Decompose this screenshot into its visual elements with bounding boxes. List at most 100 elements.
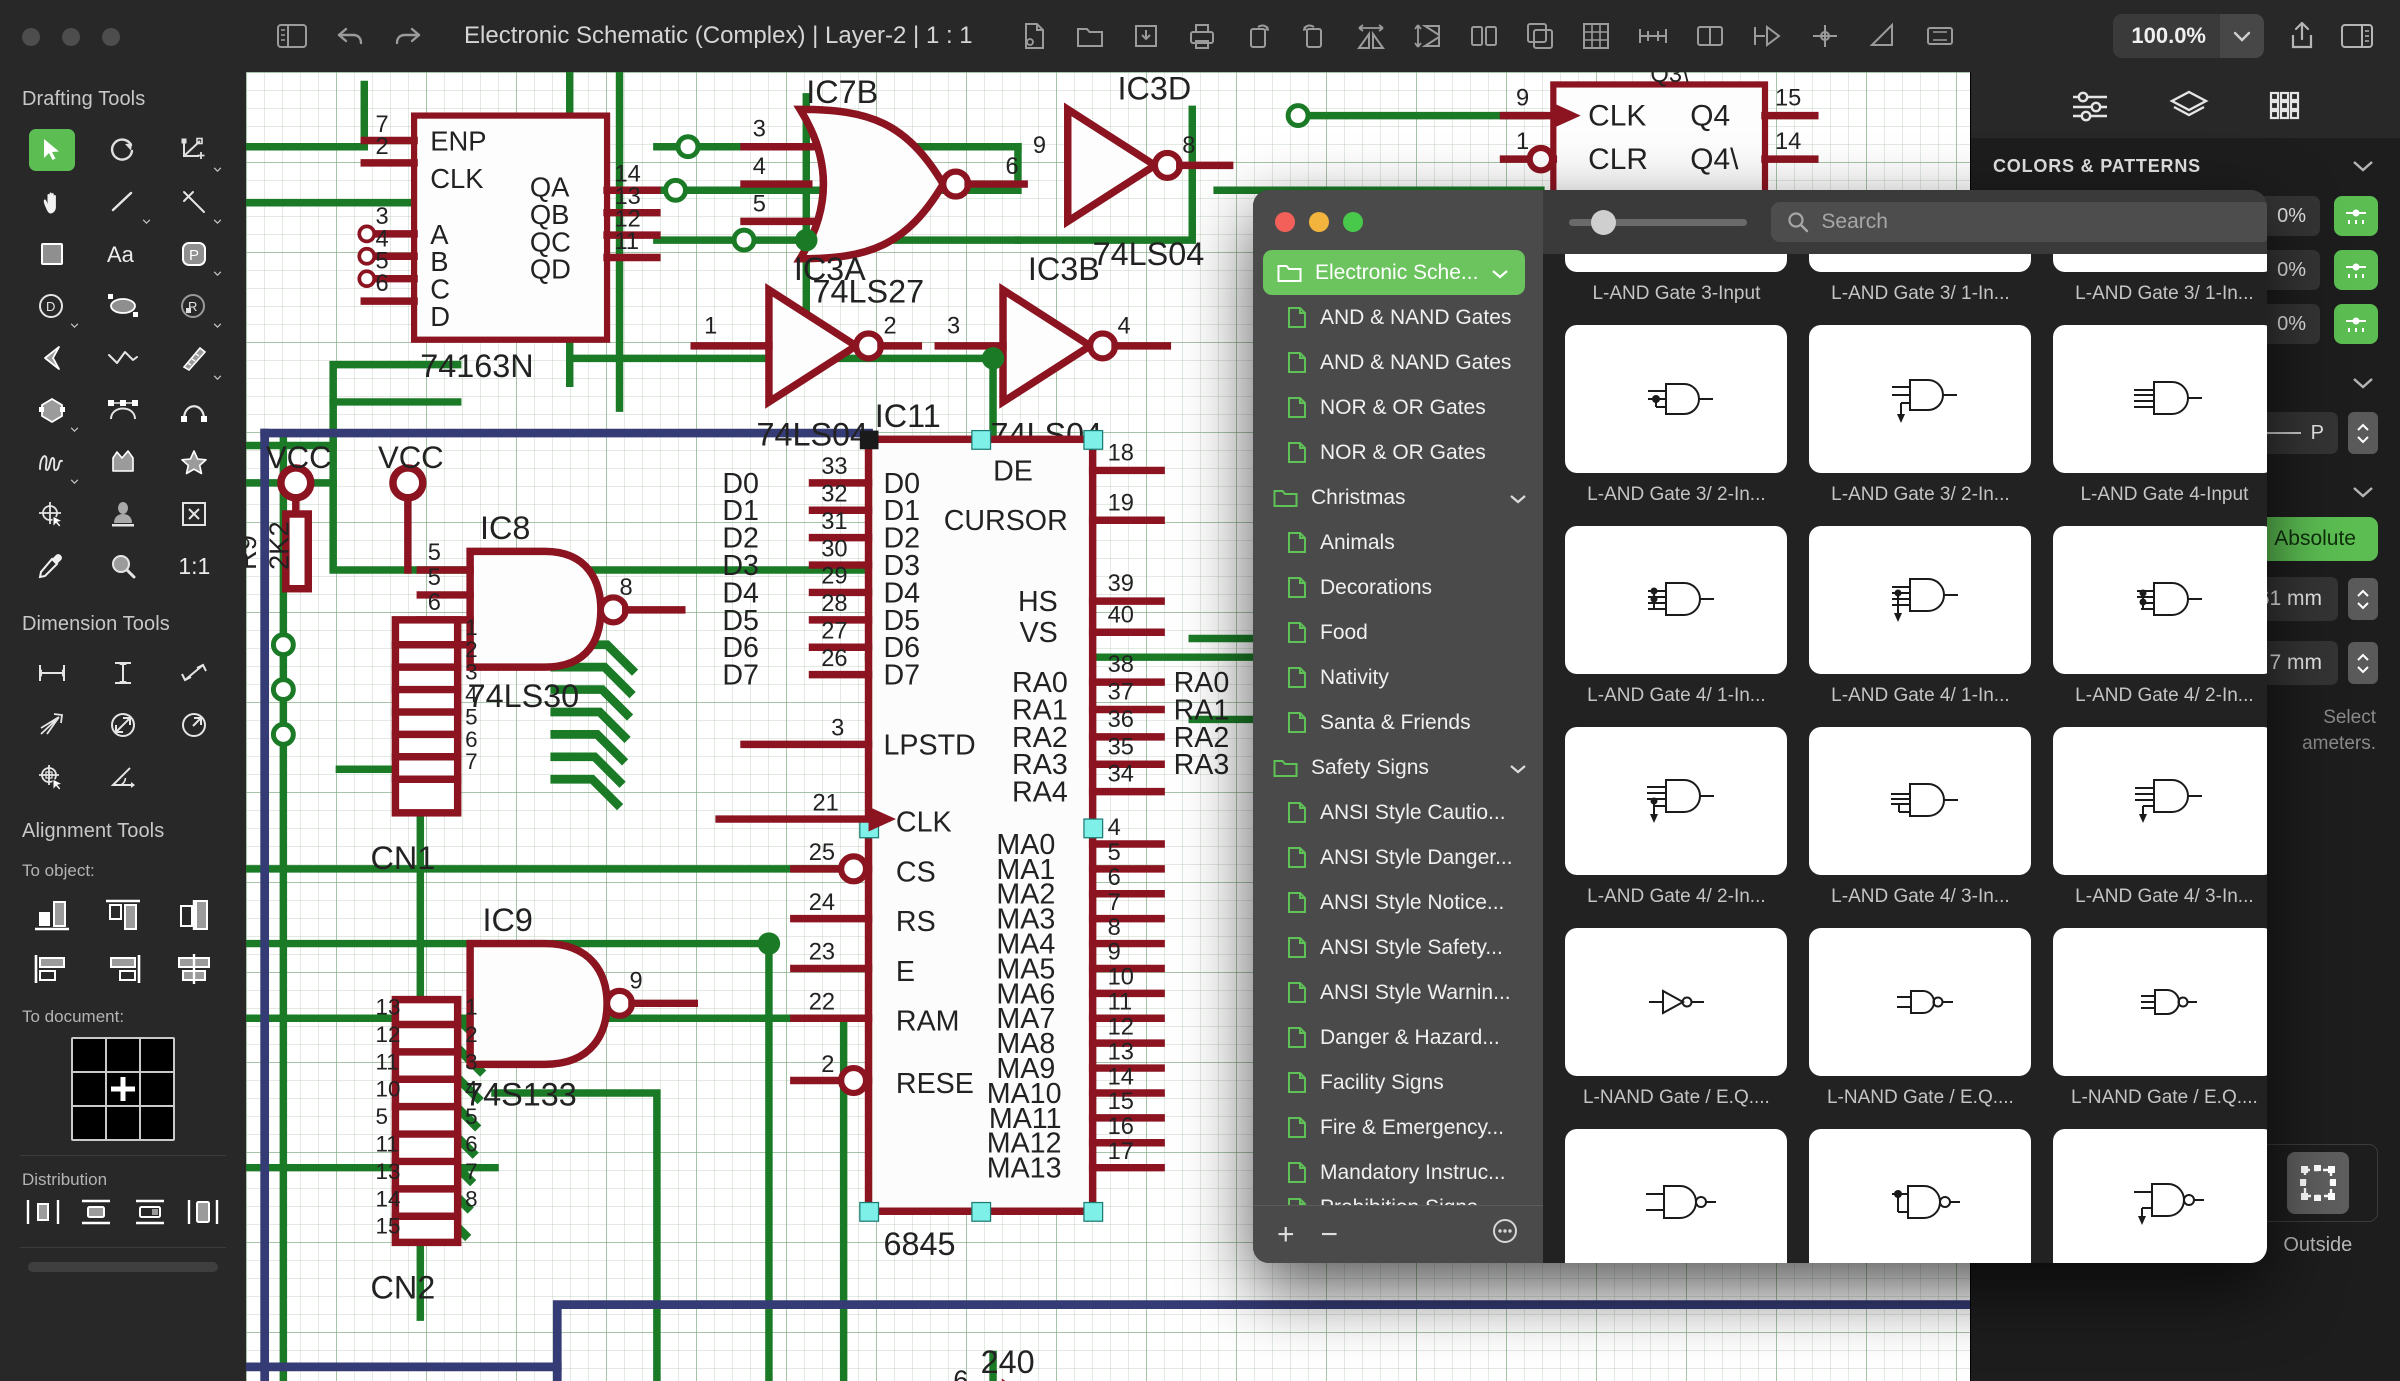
rotate-right-icon[interactable] xyxy=(1243,21,1273,51)
library-item-mandatory-instructions[interactable]: Mandatory Instruc... xyxy=(1253,1150,1543,1195)
dimension-circle-tool[interactable]: D xyxy=(16,281,87,331)
symbol-cell[interactable]: L-AND Gate 3/ 2-In... xyxy=(1565,325,1788,526)
library-item-nativity[interactable]: Nativity xyxy=(1253,655,1543,700)
polyline-tool[interactable] xyxy=(87,333,158,383)
stroke-stepper[interactable] xyxy=(2348,412,2378,454)
thumbnail-size-slider[interactable] xyxy=(1569,209,1748,235)
chevron-down-icon[interactable] xyxy=(1491,261,1525,285)
text-tool[interactable]: Aa xyxy=(87,229,158,279)
maximize-window-button[interactable] xyxy=(102,28,120,46)
symbol-cell[interactable]: L-AND Gate 4-Input xyxy=(2053,325,2267,526)
actual-size-tool[interactable]: 1:1 xyxy=(159,541,230,591)
grid-icon[interactable] xyxy=(1581,21,1611,51)
library-item-ansi-danger[interactable]: ANSI Style Danger... xyxy=(1253,835,1543,880)
library-item-food[interactable]: Food xyxy=(1253,610,1543,655)
leader-dimension-tool[interactable] xyxy=(16,700,87,750)
vertical-dimension-tool[interactable] xyxy=(87,648,158,698)
frame-icon[interactable] xyxy=(1695,21,1725,51)
snap-icon[interactable] xyxy=(1637,21,1669,51)
symbol-cell[interactable]: L-AND Gate 4/ 1-In... xyxy=(1809,526,2032,727)
mirror-icon[interactable] xyxy=(1469,21,1499,51)
library-remove-button[interactable]: − xyxy=(1321,1218,1339,1252)
color-pattern-chip-3[interactable] xyxy=(2334,304,2378,344)
share-icon[interactable] xyxy=(2286,20,2318,52)
zoom-dropdown-button[interactable] xyxy=(2220,14,2264,58)
symbol-cell[interactable]: L-NAND Gate 2/ 1-I... xyxy=(1809,1129,2032,1263)
anchor-bottom-center[interactable] xyxy=(107,1107,139,1139)
arc-tool[interactable] xyxy=(159,385,230,435)
library-item-and-nand-gates-2[interactable]: AND & NAND Gates xyxy=(1253,340,1543,385)
library-item-nor-or-gates-1[interactable]: NOR & OR Gates xyxy=(1253,385,1543,430)
library-maximize-button[interactable] xyxy=(1343,212,1363,232)
datum-dimension-tool[interactable] xyxy=(16,752,87,802)
point-tool[interactable]: P xyxy=(159,229,230,279)
document-anchor-grid[interactable] xyxy=(71,1037,175,1141)
rectangle-tool[interactable] xyxy=(16,229,87,279)
anchor-top-left[interactable] xyxy=(73,1039,105,1071)
close-window-button[interactable] xyxy=(22,28,40,46)
anchor-bottom-left[interactable] xyxy=(73,1107,105,1139)
align-center-horizontal-button[interactable] xyxy=(159,891,230,939)
library-item-danger-hazard[interactable]: Danger & Hazard... xyxy=(1253,1015,1543,1060)
crop-tool[interactable] xyxy=(159,125,230,175)
stamp-tool[interactable] xyxy=(87,489,158,539)
measure-a-icon[interactable] xyxy=(1867,21,1899,51)
library-search-input[interactable]: Search xyxy=(1771,202,2267,242)
symbol-cell[interactable]: L-AND Gate 4/ 3-In... xyxy=(1809,727,2032,928)
chevron-down-icon[interactable] xyxy=(1509,756,1543,780)
measure-v-icon[interactable] xyxy=(1809,21,1841,51)
symbol-cell[interactable]: L-AND Gate 3/ 2-In... xyxy=(1809,325,2032,526)
align-right-button[interactable] xyxy=(87,945,158,993)
dimension-stepper-1[interactable] xyxy=(2348,578,2378,620)
tab-layers[interactable] xyxy=(2168,88,2209,122)
symbol-cell[interactable]: L-AND Gate 3/ 1-In... xyxy=(1809,254,2032,325)
diameter-dimension-tool[interactable] xyxy=(87,700,158,750)
library-item-prohibition-signs[interactable]: Prohibition Signs xyxy=(1253,1195,1543,1205)
library-item-facility-signs[interactable]: Facility Signs xyxy=(1253,1060,1543,1105)
anchor-middle-left[interactable] xyxy=(73,1073,105,1105)
library-window[interactable]: Electronic Sche... AND & NAND Gates AND … xyxy=(1253,190,2267,1263)
toggle-sidebar-icon[interactable] xyxy=(276,22,308,50)
distribute-vertical-spacing-button[interactable] xyxy=(76,1196,116,1233)
redo-icon[interactable] xyxy=(392,22,424,50)
placement-outside[interactable] xyxy=(2257,1144,2378,1222)
color-pattern-chip-2[interactable] xyxy=(2334,250,2378,290)
chamfer-tool[interactable] xyxy=(16,333,87,383)
distribute-vertical-edges-button[interactable] xyxy=(130,1196,170,1233)
library-more-button[interactable] xyxy=(1491,1217,1519,1253)
symbol-cell[interactable]: L-NAND Gate / E.Q.... xyxy=(1565,928,1788,1129)
line-tool[interactable] xyxy=(87,177,158,227)
eyedropper-tool[interactable] xyxy=(16,541,87,591)
colors-patterns-header[interactable]: COLORS & PATTERNS xyxy=(1971,138,2400,189)
library-minimize-button[interactable] xyxy=(1309,212,1329,232)
align-top-button[interactable] xyxy=(87,891,158,939)
flip-horizontal-icon[interactable] xyxy=(1355,21,1387,51)
symbol-cell[interactable]: L-AND Gate 3-Input xyxy=(1565,254,1788,325)
library-item-nor-or-gates-2[interactable]: NOR & OR Gates xyxy=(1253,430,1543,475)
dimension-stepper-2[interactable] xyxy=(2348,642,2378,684)
undo-icon[interactable] xyxy=(334,22,366,50)
symbol-cell[interactable]: L-AND Gate 3/ 1-In... xyxy=(2053,254,2267,325)
open-folder-icon[interactable] xyxy=(1075,21,1105,51)
library-add-button[interactable]: + xyxy=(1277,1218,1295,1252)
freehand-tool[interactable] xyxy=(16,437,87,487)
symbol-cell[interactable]: L-NAND Gate 2/ 1-I... xyxy=(2053,1129,2267,1263)
anchor-top-right[interactable] xyxy=(141,1039,173,1071)
bezier-tool[interactable] xyxy=(87,385,158,435)
anchor-top-center[interactable] xyxy=(107,1039,139,1071)
anchor-bottom-right[interactable] xyxy=(141,1107,173,1139)
tab-attributes[interactable] xyxy=(2069,88,2111,122)
sidebar-scrollbar[interactable] xyxy=(28,1262,218,1272)
symbol-cell[interactable]: L-AND Gate 4/ 3-In... xyxy=(2053,727,2267,928)
library-item-santa-friends[interactable]: Santa & Friends xyxy=(1253,700,1543,745)
absolute-button[interactable]: Absolute xyxy=(2252,517,2378,561)
distribute-horizontal-edges-button[interactable] xyxy=(23,1196,63,1233)
select-arrow-tool[interactable] xyxy=(16,125,87,175)
align-left-button[interactable] xyxy=(16,945,87,993)
radius-dimension-tool[interactable] xyxy=(159,700,230,750)
new-document-icon[interactable] xyxy=(1019,21,1049,51)
rotate-tool[interactable] xyxy=(87,125,158,175)
symbol-cell[interactable]: L-AND Gate 4/ 2-In... xyxy=(2053,526,2267,727)
symbol-cell[interactable]: L-AND Gate 4/ 1-In... xyxy=(1565,526,1788,727)
flip-vertical-icon[interactable] xyxy=(1413,21,1443,51)
